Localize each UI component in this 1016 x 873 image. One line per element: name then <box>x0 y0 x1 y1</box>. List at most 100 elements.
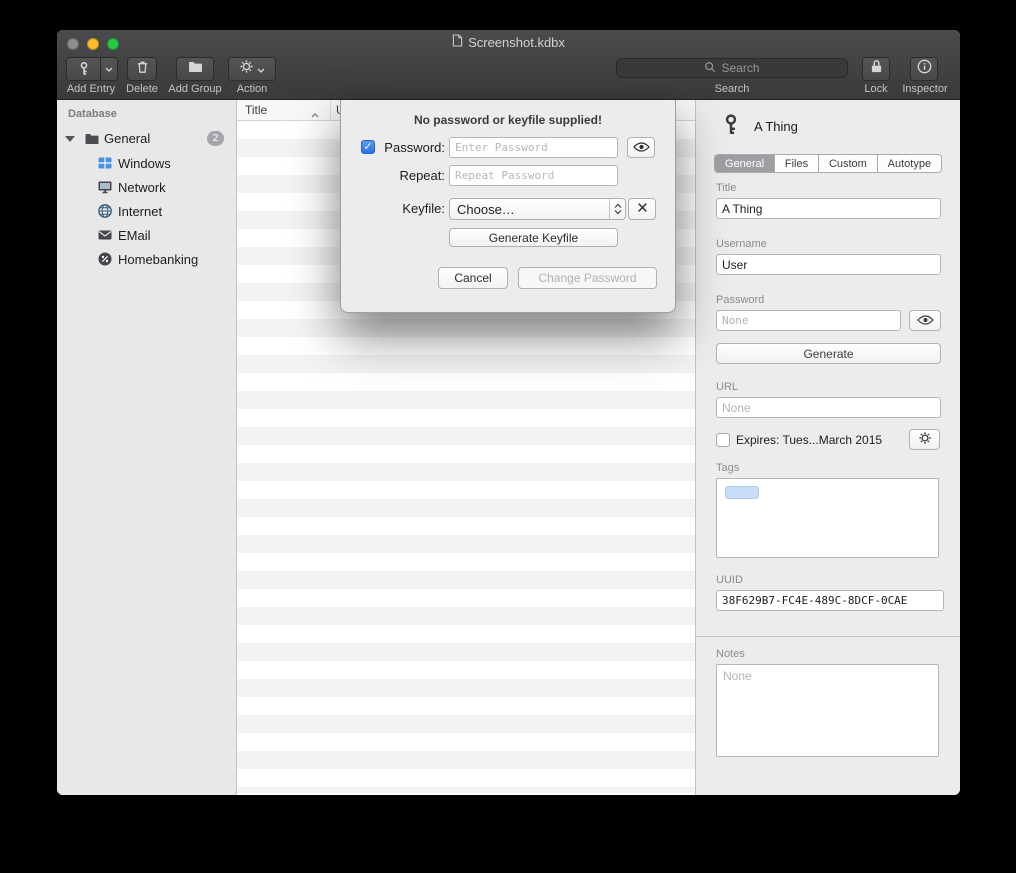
inspector-panel: A Thing General Files Custom Autotype Ti… <box>695 100 960 795</box>
add-group-button[interactable] <box>176 57 214 81</box>
password-label: Password <box>716 294 764 306</box>
url-field[interactable] <box>716 397 941 418</box>
expires-settings-button[interactable] <box>909 429 940 450</box>
password-label: Password: <box>379 140 445 155</box>
sidebar-item-internet[interactable]: Internet <box>57 200 236 224</box>
eye-icon <box>917 314 934 328</box>
search-placeholder: Search <box>721 61 759 75</box>
change-password-button: Change Password <box>518 267 657 289</box>
search-icon <box>704 61 716 76</box>
column-divider[interactable] <box>330 100 331 121</box>
sidebar-item-label: General <box>104 131 150 146</box>
globe-icon <box>97 203 113 219</box>
chevron-down-icon[interactable] <box>101 58 117 80</box>
titlebar-toolbar: Screenshot.kdbx Add Entry Delete <box>57 30 960 100</box>
tab-general[interactable]: General <box>715 155 775 172</box>
column-header-title[interactable]: Title <box>245 103 267 117</box>
username-field[interactable] <box>716 254 941 275</box>
inspector-label: Inspector <box>896 83 954 95</box>
padlock-icon <box>870 59 883 79</box>
tab-autotype[interactable]: Autotype <box>878 155 941 172</box>
inspector-tabs: General Files Custom Autotype <box>714 154 942 173</box>
sidebar-item-general[interactable]: General 2 <box>57 128 236 150</box>
checkmark-icon: ✓ <box>363 141 372 153</box>
keyfile-popup[interactable]: Choose… <box>449 198 626 220</box>
title-label: Title <box>716 182 736 194</box>
expires-label: Expires: Tues...March 2015 <box>736 433 882 447</box>
disclosure-triangle-icon[interactable] <box>65 136 75 142</box>
tab-custom[interactable]: Custom <box>819 155 878 172</box>
tags-label: Tags <box>716 462 739 474</box>
sort-ascending-icon <box>311 107 319 121</box>
reveal-password-button[interactable] <box>627 137 655 158</box>
lock-button[interactable] <box>862 57 890 81</box>
generate-keyfile-button[interactable]: Generate Keyfile <box>449 228 618 247</box>
sidebar-item-network[interactable]: Network <box>57 176 236 200</box>
window-title: Screenshot.kdbx <box>468 35 565 50</box>
gear-icon <box>239 59 254 79</box>
action-button[interactable] <box>228 57 276 81</box>
sidebar-item-windows[interactable]: Windows <box>57 152 236 176</box>
tag-chip[interactable] <box>725 486 759 499</box>
document-proxy-icon <box>452 34 463 50</box>
keyfile-selected-value: Choose… <box>457 202 515 217</box>
notes-field[interactable]: None <box>716 664 939 757</box>
sidebar-item-label: Internet <box>118 204 162 219</box>
folder-icon <box>84 131 100 147</box>
notes-label: Notes <box>716 648 745 660</box>
uuid-field[interactable] <box>716 590 944 611</box>
windows-icon <box>97 155 113 171</box>
url-label: URL <box>716 381 738 393</box>
sidebar-item-label: Windows <box>118 156 171 171</box>
username-label: Username <box>716 238 767 250</box>
window-title-row: Screenshot.kdbx <box>57 34 960 50</box>
sidebar-item-homebanking[interactable]: Homebanking <box>57 248 236 272</box>
macpass-window: Screenshot.kdbx Add Entry Delete <box>57 30 960 795</box>
change-password-sheet: No password or keyfile supplied! ✓ Passw… <box>340 100 676 313</box>
add-entry-label: Add Entry <box>59 83 123 95</box>
screen: Screenshot.kdbx Add Entry Delete <box>0 0 1016 873</box>
monitor-icon <box>97 179 113 195</box>
close-x-icon <box>637 202 648 216</box>
notes-placeholder: None <box>723 669 752 683</box>
search-label: Search <box>702 83 762 95</box>
eye-icon <box>633 141 650 155</box>
trash-icon <box>135 59 150 80</box>
info-icon <box>917 59 932 79</box>
password-checkbox[interactable]: ✓ <box>361 140 375 154</box>
password-input[interactable] <box>449 137 618 158</box>
envelope-icon <box>97 227 113 243</box>
group-sidebar: Database General 2 Windows Network <box>57 100 237 795</box>
inspector-button[interactable] <box>910 57 938 81</box>
keyfile-label: Keyfile: <box>379 201 445 216</box>
popup-stepper-icon <box>609 199 625 219</box>
chevron-down-icon <box>257 60 265 78</box>
delete-label: Delete <box>119 83 165 95</box>
gear-icon <box>918 431 932 448</box>
entry-title: A Thing <box>754 119 798 134</box>
inspector-divider <box>696 636 960 637</box>
delete-button[interactable] <box>127 57 157 81</box>
repeat-label: Repeat: <box>379 168 445 183</box>
password-field[interactable] <box>716 310 901 331</box>
tab-files[interactable]: Files <box>775 155 819 172</box>
cancel-button[interactable]: Cancel <box>438 267 508 289</box>
add-entry-button[interactable] <box>66 57 118 81</box>
action-label: Action <box>225 83 279 95</box>
title-field[interactable] <box>716 198 941 219</box>
repeat-input[interactable] <box>449 165 618 186</box>
lock-label: Lock <box>852 83 900 95</box>
key-icon <box>720 113 742 140</box>
sidebar-item-email[interactable]: EMail <box>57 224 236 248</box>
clear-keyfile-button[interactable] <box>628 198 656 220</box>
sidebar-item-label: Network <box>118 180 166 195</box>
add-group-label: Add Group <box>161 83 229 95</box>
key-plus-icon <box>67 58 100 80</box>
generate-password-button[interactable]: Generate <box>716 343 941 364</box>
folder-plus-icon <box>187 59 204 80</box>
search-input[interactable]: Search <box>616 58 848 78</box>
percent-coin-icon <box>97 251 113 267</box>
tags-field[interactable] <box>716 478 939 558</box>
reveal-password-button[interactable] <box>909 310 941 331</box>
expires-checkbox[interactable] <box>716 433 730 447</box>
